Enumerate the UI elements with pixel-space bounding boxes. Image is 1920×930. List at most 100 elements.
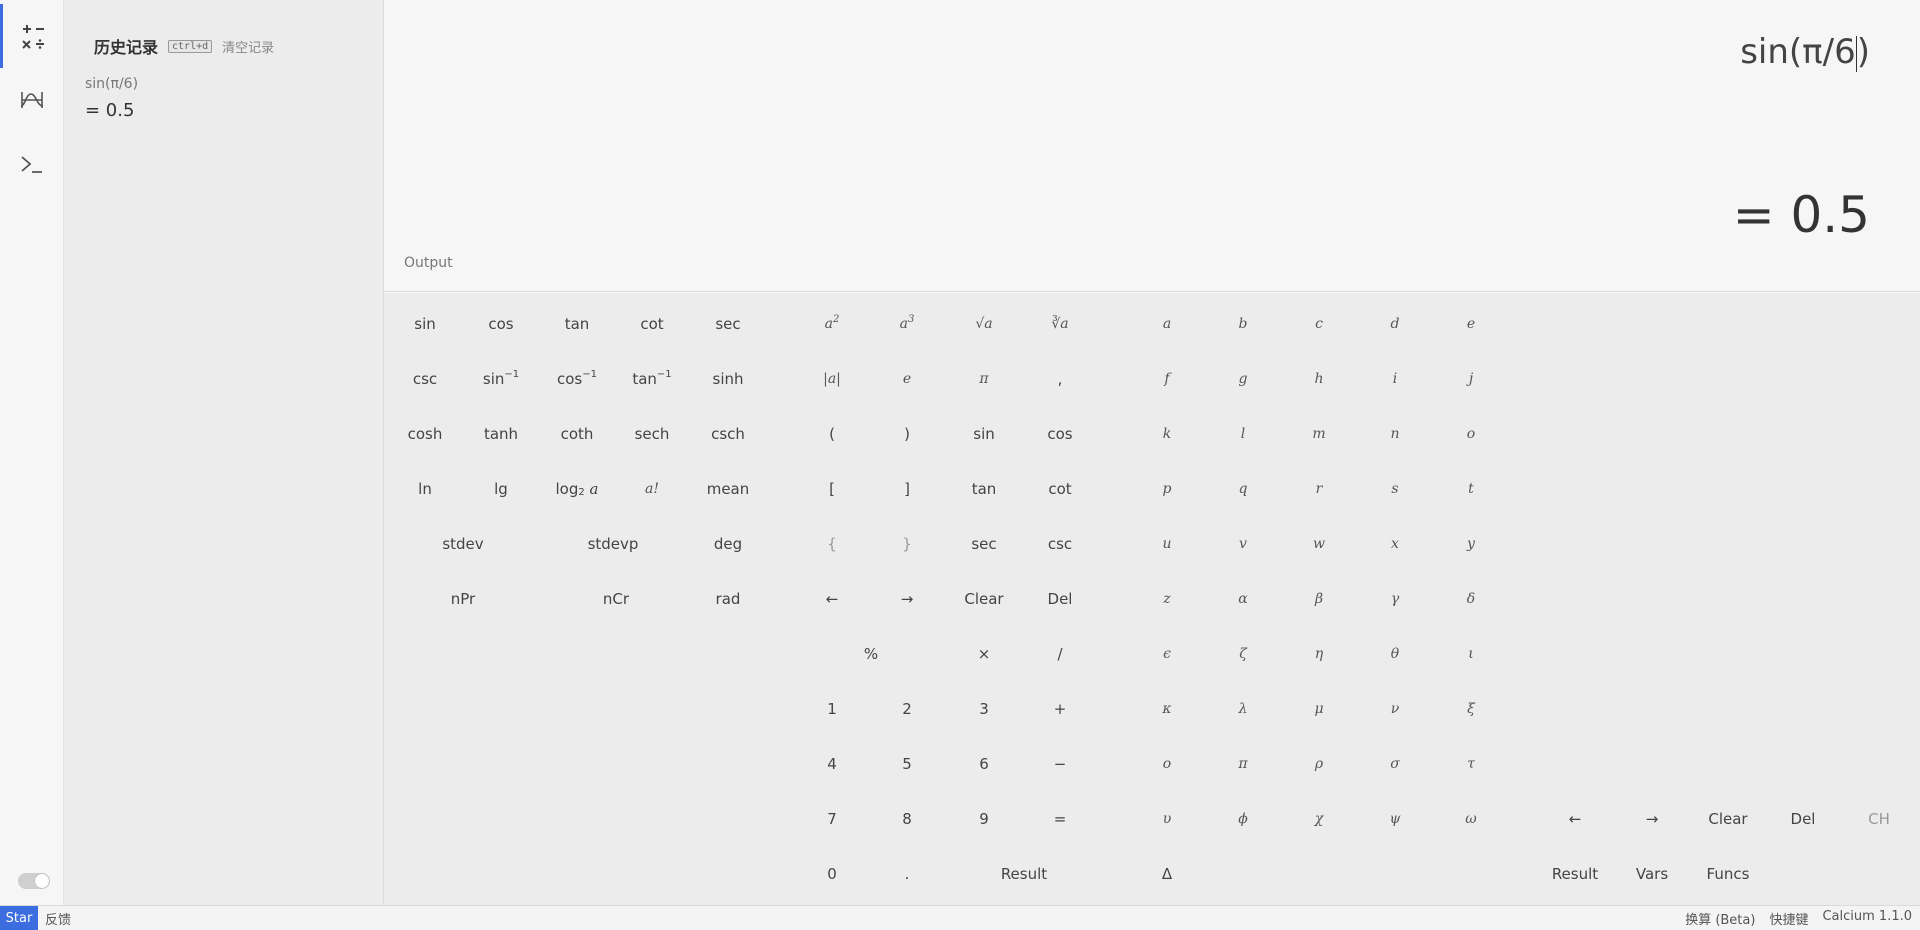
key-variable[interactable]: g	[1208, 359, 1278, 399]
key-abs[interactable]: |a|	[797, 359, 867, 399]
theme-toggle[interactable]	[18, 873, 50, 889]
key-1[interactable]: 1	[797, 689, 867, 729]
key-npr[interactable]: nPr	[393, 579, 533, 619]
key-variable[interactable]: n	[1360, 414, 1430, 454]
key-variable[interactable]: ω	[1436, 799, 1506, 839]
key-lg[interactable]: lg	[466, 469, 536, 509]
key-tanh[interactable]: tanh	[466, 414, 536, 454]
key-left-2[interactable]: ←	[1540, 799, 1610, 839]
key-variable[interactable]: k	[1132, 414, 1202, 454]
key-rad[interactable]: rad	[693, 579, 763, 619]
key-stdev[interactable]: stdev	[393, 524, 533, 564]
key-variable[interactable]: α	[1208, 579, 1278, 619]
shortcuts-link[interactable]: 快捷键	[1769, 909, 1808, 928]
key-variable[interactable]: ζ	[1208, 634, 1278, 674]
key-variable[interactable]: ξ	[1436, 689, 1506, 729]
feedback-link[interactable]: 反馈	[45, 909, 71, 928]
key-arcsin[interactable]: sin −1	[466, 359, 536, 399]
key-minus[interactable]: −	[1025, 744, 1095, 784]
key-variable[interactable]: d	[1360, 304, 1430, 344]
key-del[interactable]: Del	[1025, 579, 1095, 619]
key-multiply[interactable]: ×	[949, 634, 1019, 674]
key-variable[interactable]: r	[1284, 469, 1354, 509]
key-e[interactable]: e	[872, 359, 942, 399]
key-variable[interactable]: x	[1360, 524, 1430, 564]
key-variable[interactable]: p	[1132, 469, 1202, 509]
calculator-mode-button[interactable]	[0, 4, 64, 68]
key-divide[interactable]: /	[1025, 634, 1095, 674]
key-lbrace[interactable]: {	[797, 524, 867, 564]
key-variable[interactable]: y	[1436, 524, 1506, 564]
key-sqrt[interactable]: √a	[949, 304, 1019, 344]
key-6[interactable]: 6	[949, 744, 1019, 784]
graphing-mode-button[interactable]	[0, 68, 64, 132]
key-variable[interactable]: υ	[1132, 799, 1202, 839]
key-cos[interactable]: cos	[466, 304, 536, 344]
key-csch[interactable]: csch	[693, 414, 763, 454]
key-variable[interactable]: η	[1284, 634, 1354, 674]
key-sin-2[interactable]: sin	[949, 414, 1019, 454]
key-ln[interactable]: ln	[390, 469, 460, 509]
key-5[interactable]: 5	[872, 744, 942, 784]
key-sech[interactable]: sech	[617, 414, 687, 454]
key-tan[interactable]: tan	[542, 304, 612, 344]
terminal-mode-button[interactable]	[0, 132, 64, 196]
key-variable[interactable]: h	[1284, 359, 1354, 399]
key-ncr[interactable]: nCr	[546, 579, 686, 619]
key-variable[interactable]: κ	[1132, 689, 1202, 729]
key-variable[interactable]: a	[1132, 304, 1202, 344]
key-variable[interactable]: ϵ	[1132, 634, 1202, 674]
key-variable[interactable]: l	[1208, 414, 1278, 454]
key-8[interactable]: 8	[872, 799, 942, 839]
key-4[interactable]: 4	[797, 744, 867, 784]
key-right-2[interactable]: →	[1617, 799, 1687, 839]
key-variable[interactable]: λ	[1208, 689, 1278, 729]
key-cot[interactable]: cot	[617, 304, 687, 344]
key-tan-2[interactable]: tan	[949, 469, 1019, 509]
expression-input[interactable]: sin(π/6)	[1740, 32, 1870, 72]
key-variable[interactable]: θ	[1360, 634, 1430, 674]
key-csc[interactable]: csc	[390, 359, 460, 399]
key-variable[interactable]: s	[1360, 469, 1430, 509]
key-2[interactable]: 2	[872, 689, 942, 729]
key-rbrace[interactable]: }	[872, 524, 942, 564]
key-left[interactable]: ←	[797, 579, 867, 619]
key-deg[interactable]: deg	[693, 524, 763, 564]
key-result-2[interactable]: Result	[1540, 854, 1610, 894]
key-variable[interactable]: ο	[1132, 744, 1202, 784]
key-variable[interactable]: m	[1284, 414, 1354, 454]
key-variable[interactable]: ρ	[1284, 744, 1354, 784]
key-arccos[interactable]: cos −1	[542, 359, 612, 399]
key-variable[interactable]: τ	[1436, 744, 1506, 784]
key-del-2[interactable]: Del	[1768, 799, 1838, 839]
key-right[interactable]: →	[872, 579, 942, 619]
key-delta[interactable]: Δ	[1132, 854, 1202, 894]
key-sec-2[interactable]: sec	[949, 524, 1019, 564]
key-cube[interactable]: a3	[872, 304, 942, 344]
key-variable[interactable]: f	[1132, 359, 1202, 399]
version-label[interactable]: Calcium 1.1.0	[1822, 909, 1912, 928]
key-variable[interactable]: e	[1436, 304, 1506, 344]
key-mean[interactable]: mean	[693, 469, 763, 509]
key-dot[interactable]: .	[872, 854, 942, 894]
key-variable[interactable]: j	[1436, 359, 1506, 399]
key-lbracket[interactable]: [	[797, 469, 867, 509]
key-factorial[interactable]: a!	[617, 469, 687, 509]
key-variable[interactable]: ν	[1360, 689, 1430, 729]
key-cot-2[interactable]: cot	[1025, 469, 1095, 509]
key-variable[interactable]: ψ	[1360, 799, 1430, 839]
key-cosh[interactable]: cosh	[390, 414, 460, 454]
key-variable[interactable]: δ	[1436, 579, 1506, 619]
key-percent[interactable]: %	[836, 634, 906, 674]
key-lparen[interactable]: (	[797, 414, 867, 454]
key-variable[interactable]: v	[1208, 524, 1278, 564]
key-cbrt[interactable]: ∛a	[1025, 304, 1095, 344]
key-variable[interactable]: γ	[1360, 579, 1430, 619]
key-stdevp[interactable]: stdevp	[543, 524, 683, 564]
key-pi[interactable]: π	[949, 359, 1019, 399]
key-variable[interactable]: ϕ	[1208, 799, 1278, 839]
key-variable[interactable]: b	[1208, 304, 1278, 344]
key-variable[interactable]: i	[1360, 359, 1430, 399]
key-variable[interactable]: χ	[1284, 799, 1354, 839]
key-sin[interactable]: sin	[390, 304, 460, 344]
